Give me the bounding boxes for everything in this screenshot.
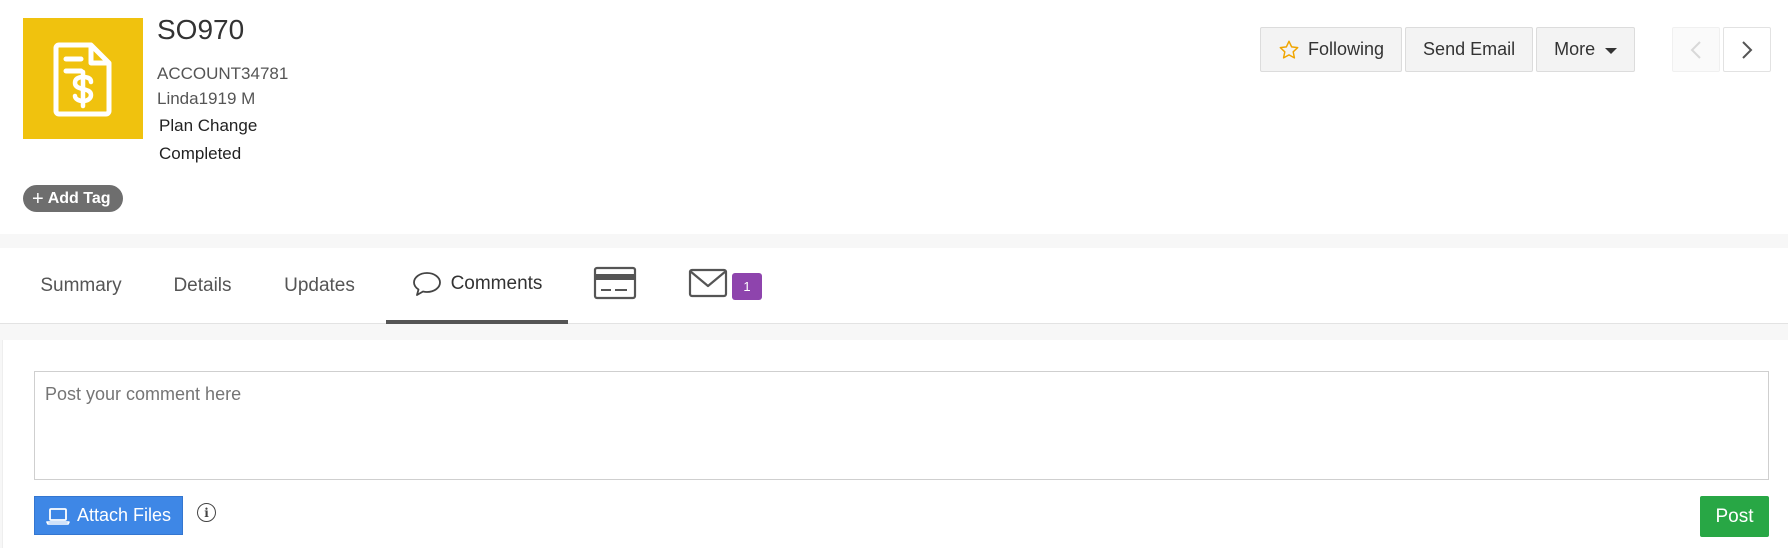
tab-billing[interactable]	[575, 248, 655, 324]
record-status: Completed	[159, 144, 242, 163]
tab-summary[interactable]: Summary	[18, 248, 144, 324]
tab-updates[interactable]: Updates	[262, 248, 377, 324]
tab-details[interactable]: Details	[152, 248, 253, 324]
tab-updates-label: Updates	[284, 275, 355, 296]
info-icon[interactable]: i	[197, 503, 216, 522]
record-pager	[1672, 27, 1771, 72]
tab-emails[interactable]: 1	[680, 248, 770, 324]
contact-name: Linda1919 M	[157, 89, 256, 108]
header-actions: Following Send Email More	[1260, 27, 1636, 72]
tab-comments-label: Comments	[450, 273, 543, 294]
laptop-icon	[46, 507, 70, 525]
more-dropdown-button[interactable]: More	[1536, 27, 1636, 72]
chevron-right-icon	[1742, 40, 1753, 59]
post-button[interactable]: Post	[1700, 496, 1769, 537]
comment-input[interactable]	[34, 371, 1769, 480]
attach-files-button[interactable]: Attach Files	[34, 496, 183, 535]
comment-panel: Attach Files i Post	[2, 340, 1788, 548]
send-email-button[interactable]: Send Email	[1405, 27, 1534, 72]
next-record-button[interactable]	[1723, 27, 1771, 72]
add-tag-label: Add Tag	[47, 189, 111, 207]
tab-comments[interactable]: Comments	[386, 248, 568, 324]
following-button[interactable]: Following	[1260, 27, 1403, 72]
record-title: SO970	[157, 14, 245, 45]
attach-files-label: Attach Files	[76, 505, 172, 525]
section-divider	[0, 234, 1788, 248]
following-label: Following	[1308, 39, 1385, 59]
more-label: More	[1554, 39, 1596, 59]
email-count-badge: 1	[732, 272, 762, 300]
comments-section: Attach Files i Post	[0, 324, 1788, 548]
envelope-icon	[688, 268, 728, 304]
chevron-left-icon	[1690, 40, 1701, 59]
star-icon	[1278, 39, 1300, 61]
add-tag-button[interactable]: + Add Tag	[23, 185, 123, 212]
record-type: Plan Change	[159, 116, 258, 135]
previous-record-button[interactable]	[1672, 27, 1720, 72]
tab-summary-label: Summary	[40, 275, 122, 296]
tab-details-label: Details	[173, 275, 232, 296]
speech-bubble-icon	[412, 271, 442, 297]
account-name: ACCOUNT34781	[157, 64, 289, 83]
credit-card-icon	[593, 266, 637, 306]
send-email-label: Send Email	[1423, 39, 1516, 59]
invoice-dollar-icon	[23, 18, 143, 139]
caret-down-icon	[1605, 47, 1618, 54]
record-header: SO970 ACCOUNT34781 Linda1919 M Plan Chan…	[0, 0, 1788, 234]
plus-icon: +	[32, 187, 44, 210]
record-tabs: Summary Details Updates Comments 1	[0, 248, 1788, 324]
